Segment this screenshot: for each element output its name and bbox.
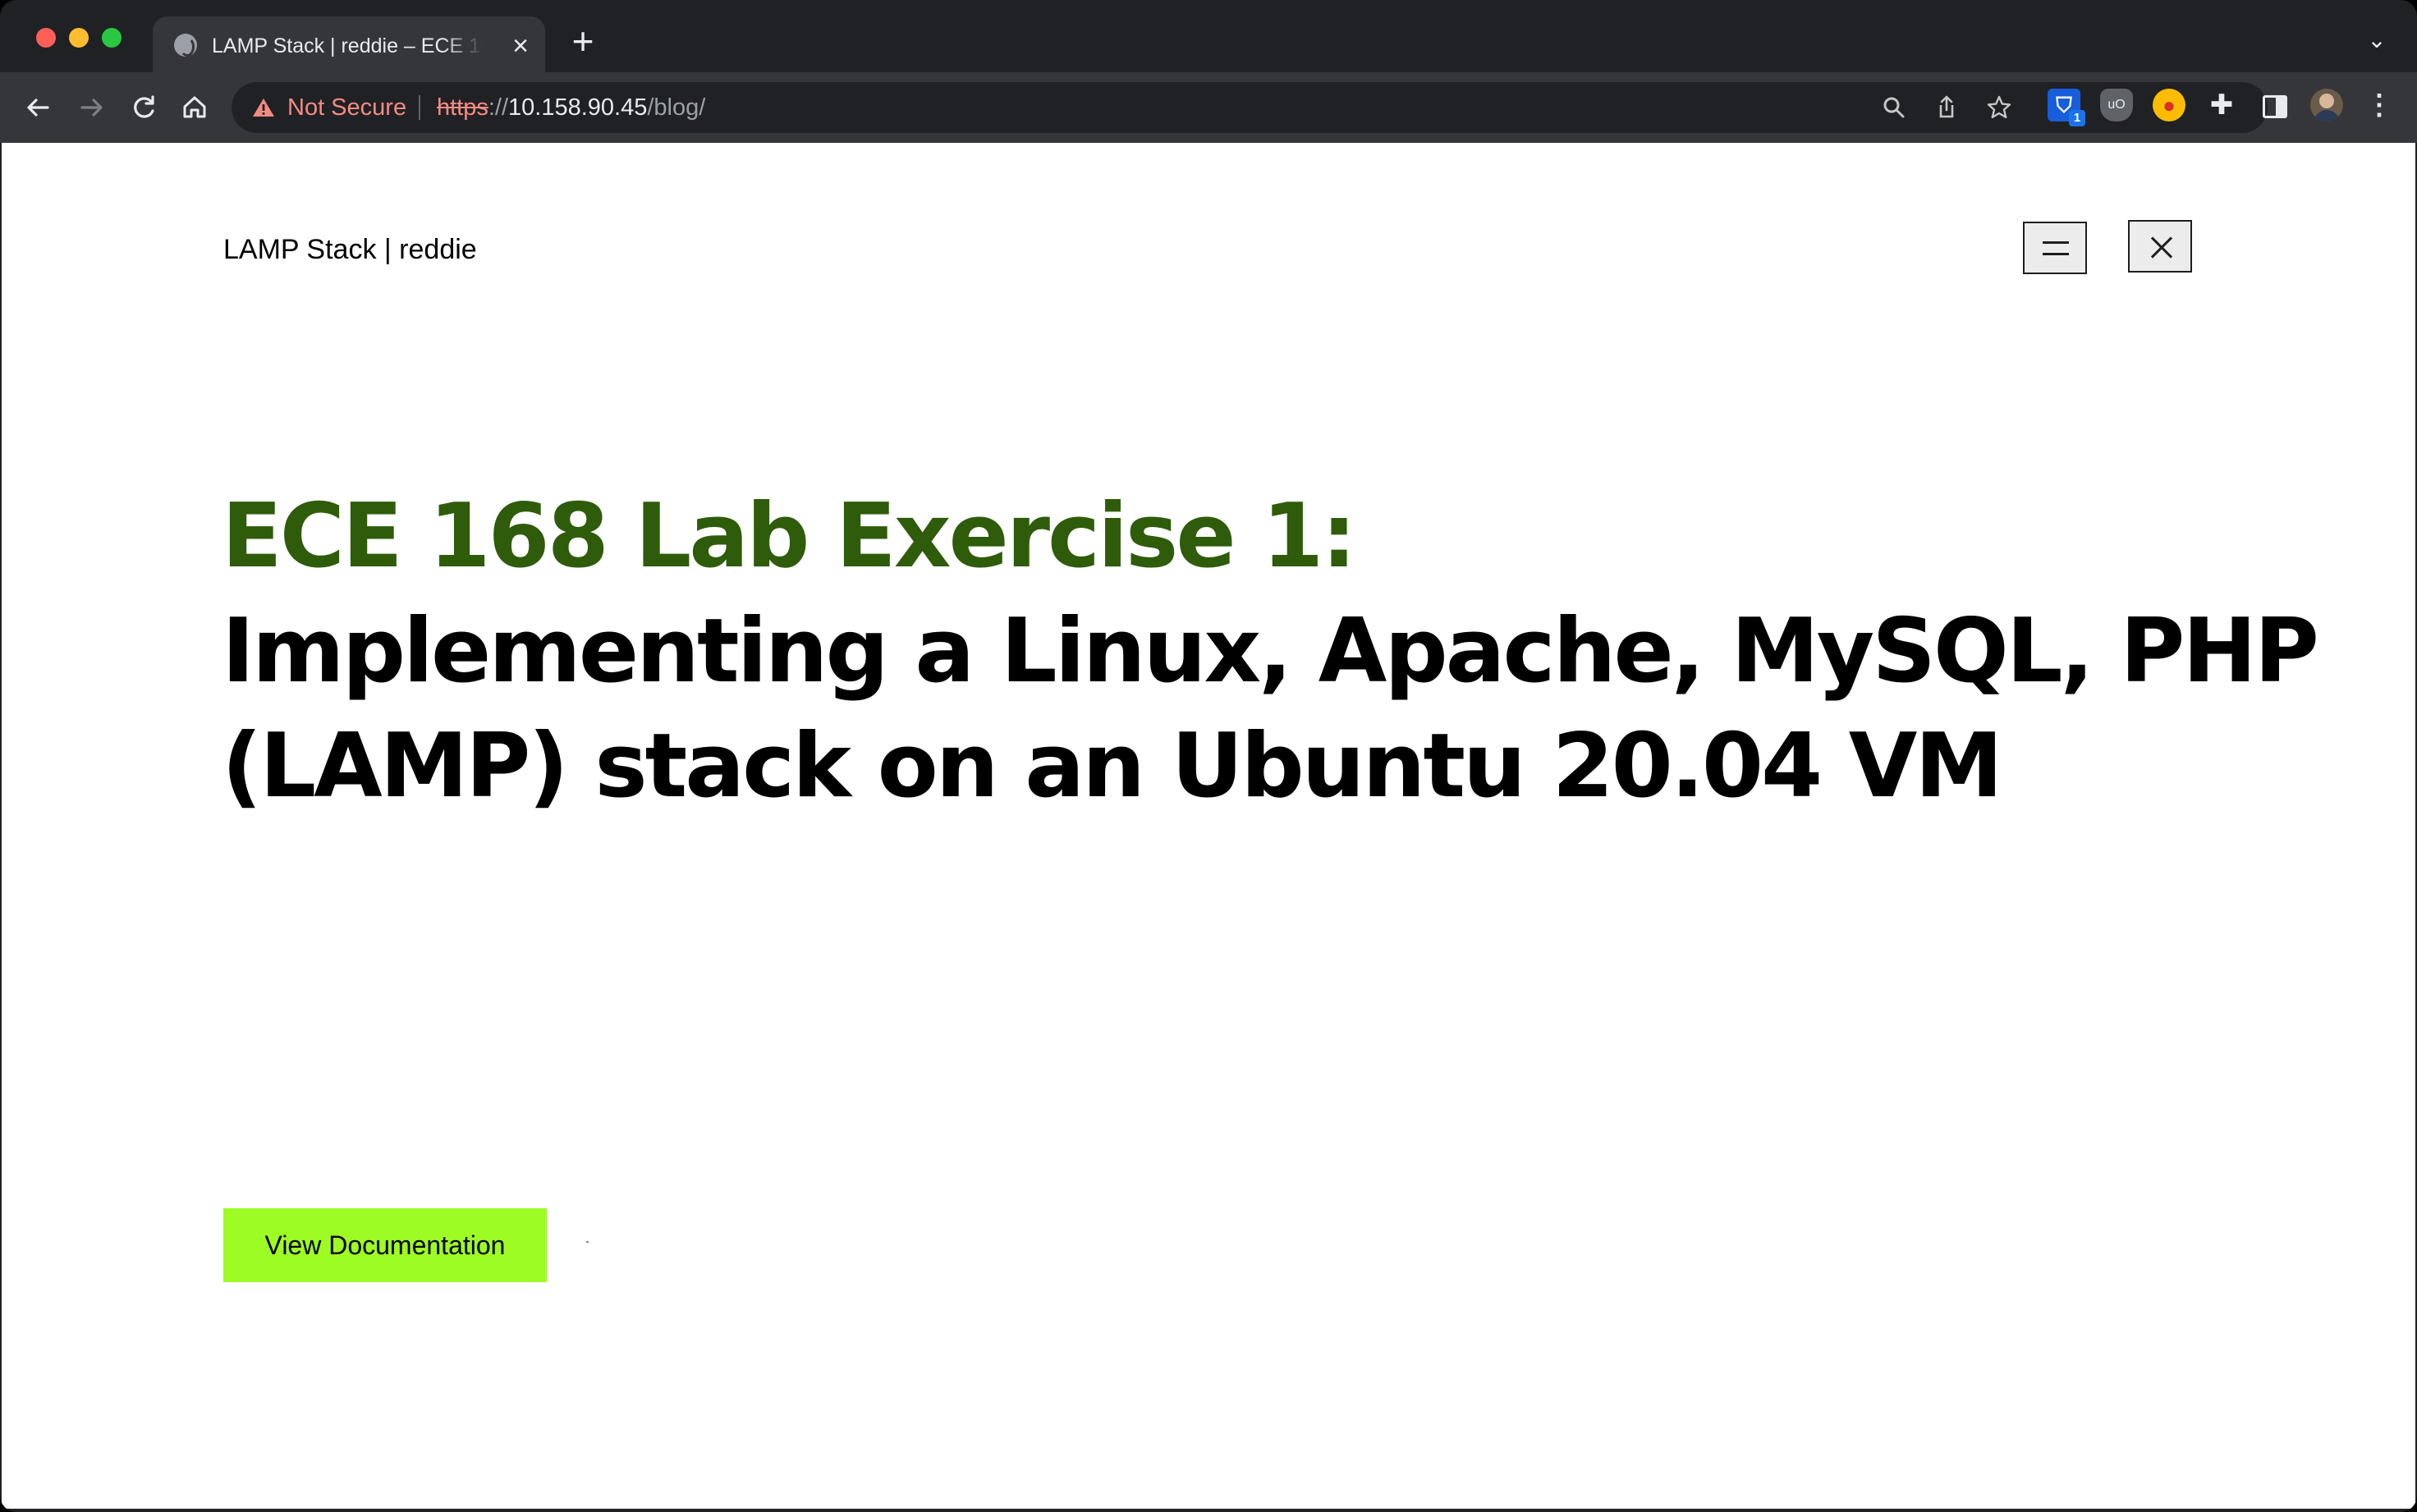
page-content: LAMP Stack | reddie ECE 168 Lab Exercise… (2, 143, 2415, 1509)
arrow-left-icon (27, 99, 49, 117)
hero-heading: ECE 168 Lab Exercise 1: Implementing a L… (222, 479, 2319, 824)
home-button[interactable] (176, 89, 213, 126)
back-button[interactable] (20, 89, 57, 126)
ublock-icon[interactable]: uO (2100, 89, 2133, 121)
bitwarden-icon[interactable]: ⛉ 1 (2048, 89, 2085, 126)
puzzle-icon[interactable]: ✚ (2205, 89, 2238, 121)
chrome-extension-icon[interactable]: ● (2153, 89, 2185, 121)
hero-accent-line: ECE 168 Lab Exercise 1: (222, 485, 1357, 588)
hero-line-2: (LAMP) stack on an Ubuntu 20.04 VM (222, 715, 2003, 818)
reload-icon (134, 95, 154, 118)
url-scheme: https (437, 94, 488, 121)
forward-button[interactable] (72, 89, 110, 126)
bookmark-star-icon[interactable] (1985, 94, 2013, 121)
stray-dot (586, 1241, 589, 1243)
globe-icon (174, 34, 197, 57)
new-tab-button[interactable]: + (566, 22, 599, 60)
zoom-window-button[interactable] (102, 28, 122, 48)
address-bar[interactable]: Not Secure https://10.158.90.45/blog/ (232, 82, 2268, 133)
chevron-down-icon[interactable]: ⌄ (2364, 28, 2389, 53)
zoom-icon[interactable] (1880, 94, 1908, 121)
side-panel-icon[interactable] (2258, 89, 2291, 121)
close-icon[interactable]: × (506, 31, 535, 61)
home-icon (183, 96, 206, 118)
browser-toolbar: Not Secure https://10.158.90.45/blog/ ⛉ 1… (0, 72, 2417, 143)
reload-button[interactable] (125, 89, 163, 126)
hero-line-1: Implementing a Linux, Apache, MySQL, PHP (222, 600, 2319, 703)
url-host: 10.158.90.45 (508, 94, 648, 121)
browser-window: LAMP Stack | reddie – ECE 168 Lab Exerci… (0, 0, 2417, 1512)
close-window-button[interactable] (36, 28, 56, 48)
site-title[interactable]: LAMP Stack | reddie (223, 231, 477, 268)
view-documentation-button[interactable]: View Documentation (223, 1208, 547, 1282)
share-icon[interactable] (1933, 94, 1961, 121)
tab-active[interactable]: LAMP Stack | reddie – ECE 168 Lab Exerci… (153, 16, 545, 72)
kebab-menu-icon[interactable]: ⋮ (2363, 89, 2396, 121)
security-status-label[interactable]: Not Secure (287, 94, 406, 121)
tab-strip: LAMP Stack | reddie – ECE 168 Lab Exerci… (0, 0, 2417, 72)
menu-button[interactable] (2023, 222, 2087, 274)
bitwarden-badge: 1 (2069, 110, 2085, 126)
url-separator: :// (488, 94, 509, 121)
tab-title: LAMP Stack | reddie – ECE 168 Lab Exerci… (212, 34, 483, 57)
url-path: /blog/ (647, 94, 706, 121)
profile-avatar[interactable] (2310, 89, 2343, 121)
omnibox-divider (419, 95, 420, 120)
arrow-right-icon (80, 99, 103, 117)
url-text[interactable]: https://10.158.90.45/blog/ (437, 94, 705, 121)
close-menu-button[interactable] (2128, 220, 2192, 273)
minimize-window-button[interactable] (69, 28, 89, 48)
warning-icon[interactable] (251, 95, 276, 120)
